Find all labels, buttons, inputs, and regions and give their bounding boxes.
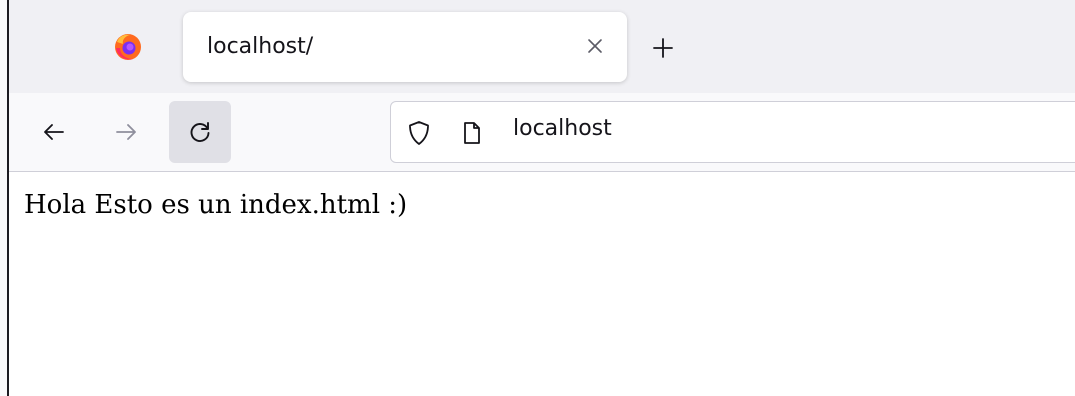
plus-icon[interactable] [651, 36, 675, 60]
reload-button[interactable] [169, 101, 231, 163]
page-icon[interactable] [461, 120, 483, 146]
close-icon[interactable] [583, 34, 607, 58]
tab-strip: localhost/ [9, 0, 1075, 93]
back-button[interactable] [23, 101, 85, 163]
arrow-right-icon [116, 124, 136, 140]
firefox-logo-icon[interactable] [113, 32, 143, 62]
page-body-text: Hola Esto es un index.html :) [24, 190, 408, 220]
url-bar[interactable]: localhost [390, 101, 1075, 163]
url-text[interactable]: localhost [513, 116, 612, 141]
reload-icon [190, 122, 210, 142]
window-left-edge [0, 0, 9, 396]
tab-title: localhost/ [207, 34, 314, 59]
shield-icon[interactable] [407, 120, 431, 146]
arrow-left-icon [44, 124, 64, 140]
navigation-toolbar: localhost [9, 93, 1075, 172]
tab-localhost[interactable]: localhost/ [183, 12, 627, 82]
forward-button[interactable] [95, 101, 157, 163]
